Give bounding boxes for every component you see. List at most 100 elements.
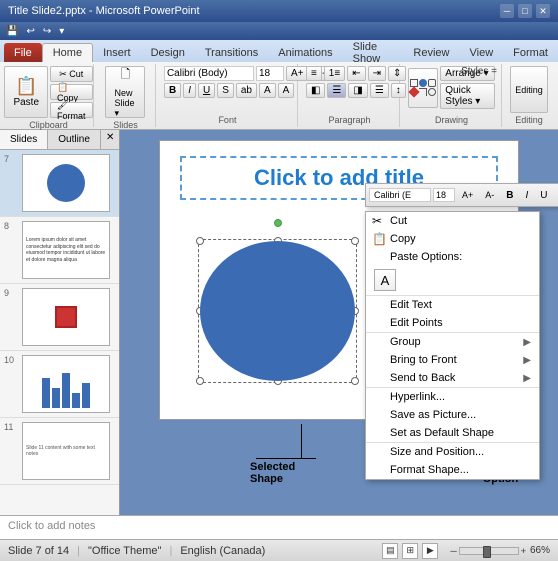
undo-qa-btn[interactable]: ↩	[24, 25, 36, 38]
slides-tab[interactable]: Slides	[0, 130, 48, 149]
handle-top-right[interactable]	[351, 237, 359, 245]
slide-preview-9	[22, 288, 110, 346]
shadow-btn[interactable]: ab	[236, 83, 257, 98]
mini-strikethrough-btn[interactable]: S	[555, 188, 558, 203]
slide-sorter-btn[interactable]: ⊞	[402, 543, 418, 559]
ctx-format-shape[interactable]: Format Shape...	[366, 461, 539, 479]
editing-btn[interactable]: Editing	[510, 66, 548, 113]
ctx-save-picture[interactable]: Save as Picture...	[366, 406, 539, 424]
slide-thumb-7[interactable]: 7	[0, 150, 119, 217]
tab-insert[interactable]: Insert	[93, 43, 141, 62]
paste-btn[interactable]: 📋 Paste	[4, 66, 48, 118]
close-btn[interactable]: ✕	[536, 4, 550, 18]
ctx-send-back[interactable]: Send to Back ▶	[366, 369, 539, 387]
ctx-edit-points[interactable]: Edit Points	[366, 314, 539, 332]
ctx-set-default[interactable]: Set as Default Shape	[366, 424, 539, 442]
save-qa-btn[interactable]: 💾	[4, 25, 20, 38]
ctx-cut[interactable]: ✂ Cut	[366, 212, 539, 230]
zoom-in-btn[interactable]: +	[521, 546, 526, 556]
bullet-list-btn[interactable]: ≡	[306, 66, 322, 81]
handle-bot-right[interactable]	[351, 377, 359, 385]
decrease-indent-btn[interactable]: ⇤	[347, 66, 365, 81]
slide-thumb-11[interactable]: 11 Slide 11 content with some text notes	[0, 418, 119, 485]
ctx-bring-front-arrow: ▶	[523, 355, 531, 366]
canvas-area[interactable]: Click to add title A+ A	[120, 130, 558, 515]
shapes-gallery[interactable]	[408, 68, 438, 108]
mini-size-input[interactable]	[433, 188, 455, 202]
ctx-hyperlink[interactable]: Hyperlink...	[366, 388, 539, 406]
notes-area[interactable]: Click to add notes	[0, 515, 558, 539]
slide-thumb-8[interactable]: 8 Lorem ipsum dolor sit amet consectetur…	[0, 217, 119, 284]
font-color-btn[interactable]: A	[278, 83, 295, 98]
tab-transitions[interactable]: Transitions	[195, 43, 268, 62]
mini-italic-btn[interactable]: I	[521, 188, 534, 203]
tab-format[interactable]: Format	[503, 43, 558, 62]
new-slide-icon: 🗋	[121, 65, 131, 86]
mini-font-input[interactable]	[369, 188, 431, 202]
mini-underline-btn[interactable]: U	[535, 188, 552, 203]
ctx-group[interactable]: Group ▶	[366, 333, 539, 351]
underline-btn[interactable]: U	[198, 83, 215, 98]
slide-thumb-9[interactable]: 9	[0, 284, 119, 351]
zoom-slider[interactable]	[459, 547, 519, 555]
justify-btn[interactable]: ☰	[370, 83, 389, 98]
slide-preview-11: Slide 11 content with some text notes	[22, 422, 110, 480]
panel-close-btn[interactable]: ✕	[101, 130, 119, 149]
tab-review[interactable]: Review	[403, 43, 459, 62]
mini-bold-btn[interactable]: B	[501, 188, 518, 203]
main-circle-shape[interactable]	[200, 241, 355, 381]
maximize-btn[interactable]: □	[518, 4, 532, 18]
quick-styles-btn[interactable]: Quick Styles ▾	[440, 83, 495, 109]
handle-top-left[interactable]	[196, 237, 204, 245]
font-size-input[interactable]	[256, 66, 284, 81]
tab-animations[interactable]: Animations	[268, 43, 342, 62]
slide-thumb-10[interactable]: 10	[0, 351, 119, 418]
char-spacing-btn[interactable]: A	[259, 83, 276, 98]
increase-indent-btn[interactable]: ⇥	[368, 66, 386, 81]
ctx-edit-text[interactable]: Edit Text	[366, 296, 539, 314]
ctx-save-picture-label: Save as Picture...	[390, 409, 476, 421]
ctx-copy[interactable]: 📋 Copy	[366, 230, 539, 248]
slide-canvas[interactable]: Click to add title A+ A	[159, 140, 519, 420]
align-left-btn[interactable]: ◧	[306, 83, 325, 98]
strikethrough-btn[interactable]: S	[217, 83, 234, 98]
align-center-btn[interactable]: ☰	[327, 83, 346, 98]
minimize-btn[interactable]: ─	[500, 4, 514, 18]
rotation-handle[interactable]	[274, 219, 282, 227]
font-name-input[interactable]	[164, 66, 254, 81]
outline-tab[interactable]: Outline	[48, 130, 101, 149]
new-slide-btn[interactable]: 🗋 New Slide ▾	[105, 66, 145, 118]
handle-bot-left[interactable]	[196, 377, 204, 385]
window-controls[interactable]: ─ □ ✕	[500, 4, 550, 18]
tab-file[interactable]: File	[4, 43, 42, 62]
ctx-size-position[interactable]: Size and Position...	[366, 443, 539, 461]
ctx-bring-front[interactable]: Bring to Front ▶	[366, 351, 539, 369]
copy-btn[interactable]: 📋 Copy	[50, 84, 93, 100]
shape-container[interactable]	[190, 231, 365, 391]
ribbon-tabs: File Home Insert Design Transitions Anim…	[0, 40, 558, 62]
editing-label-group: Editing	[515, 113, 543, 125]
qa-dropdown-btn[interactable]: ▾	[57, 25, 66, 38]
language-info: English (Canada)	[180, 545, 265, 557]
normal-view-btn[interactable]: ▤	[382, 543, 398, 559]
slide-preview-10	[22, 355, 110, 413]
cut-btn[interactable]: ✂ Cut	[50, 66, 93, 82]
italic-btn[interactable]: I	[183, 83, 196, 98]
ctx-group-arrow: ▶	[523, 337, 531, 348]
tab-view[interactable]: View	[460, 43, 504, 62]
bold-btn[interactable]: B	[164, 83, 181, 98]
mini-shrink-btn[interactable]: A-	[480, 188, 499, 202]
slideshow-btn[interactable]: ▶	[422, 543, 438, 559]
slide-num-9: 9	[4, 288, 18, 298]
numbered-list-btn[interactable]: 1≡	[324, 66, 345, 81]
zoom-out-btn[interactable]: ─	[450, 546, 456, 556]
tab-slideshow[interactable]: Slide Show	[343, 43, 404, 62]
align-right-btn[interactable]: ◨	[348, 83, 367, 98]
redo-qa-btn[interactable]: ↪	[41, 25, 53, 38]
tab-design[interactable]: Design	[141, 43, 195, 62]
ctx-edit-points-label: Edit Points	[390, 317, 443, 329]
tab-home[interactable]: Home	[42, 43, 93, 62]
paste-icon-a[interactable]: A	[374, 269, 396, 291]
format-painter-btn[interactable]: 🖌 Format	[50, 102, 93, 118]
mini-grow-btn[interactable]: A+	[457, 188, 478, 202]
